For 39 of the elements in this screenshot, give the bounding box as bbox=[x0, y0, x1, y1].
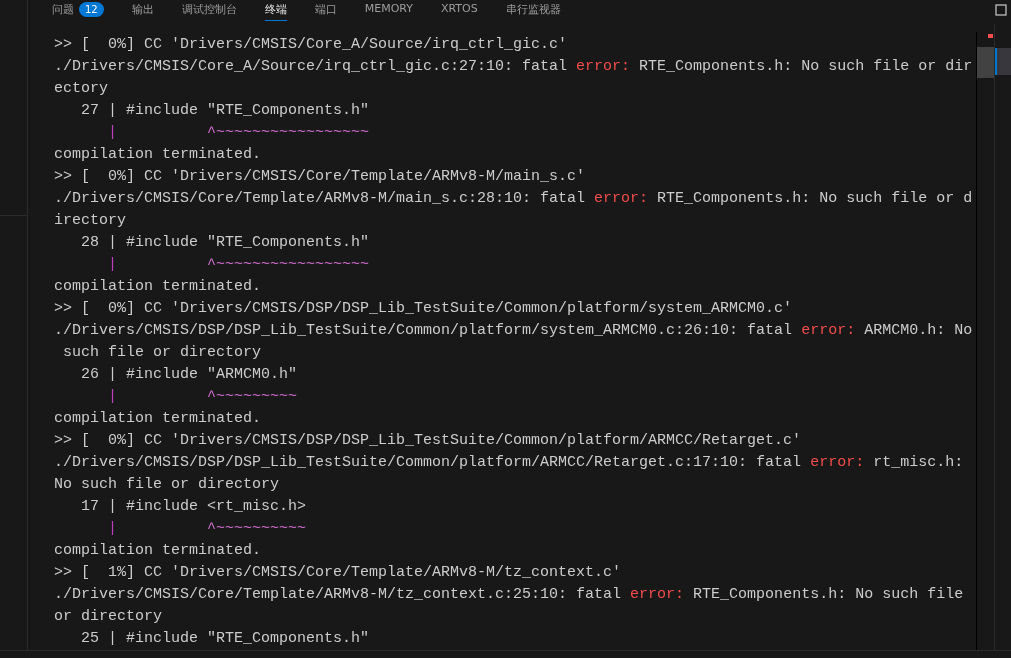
panel-tab[interactable]: 端口 bbox=[314, 0, 337, 21]
terminal-line: ectory bbox=[54, 79, 109, 99]
panel-tab[interactable]: 输出 bbox=[131, 0, 154, 21]
terminal-line: >> [ 0%] CC 'Drivers/CMSIS/Core/Template/ARMv8-M/main_s.c' bbox=[54, 167, 587, 187]
terminal-line: ./Drivers/CMSIS/DSP/DSP_Lib_TestSuite/Common/platform/system_ARMCM0.c:26:10: fatal error: ARMCM0.h: No bbox=[54, 321, 974, 341]
panel-tab[interactable]: 终端 bbox=[264, 0, 287, 21]
terminal-line: >> [ 0%] CC 'Drivers/CMSIS/DSP/DSP_Lib_TestSuite/Common/platform/system_ARMCM0.c' bbox=[54, 299, 794, 319]
terminal-line: | ^~~~~~~~~~ bbox=[107, 387, 299, 407]
panel-tab[interactable]: 调试控制台 bbox=[181, 0, 237, 21]
terminal-line: compilation terminated. bbox=[54, 277, 263, 297]
terminal-line: compilation terminated. bbox=[54, 541, 263, 561]
terminal-line: or directory bbox=[54, 607, 164, 627]
maximize-icon[interactable] bbox=[995, 4, 1007, 16]
terminal-line: compilation terminated. bbox=[54, 145, 263, 165]
terminal-line: 26 | #include "ARMCM0.h" bbox=[80, 365, 299, 385]
terminal-line: >> [ 1%] CC 'Drivers/CMSIS/Core/Template/ARMv8-M/tz_context.c' bbox=[54, 563, 623, 583]
terminal-line: | ^~~~~~~~~~~~~~~~~~ bbox=[107, 255, 371, 275]
panel-tab[interactable]: MEMORY bbox=[364, 0, 413, 19]
terminal-line: | ^~~~~~~~~~~~~~~~~~ bbox=[107, 123, 371, 143]
terminal-line: ./Drivers/CMSIS/Core_A/Source/irq_ctrl_gic.c:27:10: fatal error: RTE_Components.h: No such file or dir bbox=[54, 57, 974, 77]
terminal-line: ./Drivers/CMSIS/Core/Template/ARMv8-M/main_s.c:28:10: fatal error: RTE_Components.h: No such file or d bbox=[54, 189, 974, 209]
terminal-line: irectory bbox=[54, 211, 127, 231]
scrollbar[interactable] bbox=[976, 32, 994, 650]
terminal-line: No such file or directory bbox=[54, 475, 281, 495]
panel-tab[interactable]: 问题 12 bbox=[52, 0, 104, 21]
terminal-line: >> [ 0%] CC 'Drivers/CMSIS/DSP/DSP_Lib_TestSuite/Common/platform/ARMCC/Retarget.c' bbox=[54, 431, 803, 451]
terminal-line: such file or directory bbox=[62, 343, 263, 363]
terminal-line: 25 | #include "RTE_Components.h" bbox=[80, 629, 371, 649]
terminal-line: >> [ 0%] CC 'Drivers/CMSIS/Core_A/Source/irq_ctrl_gic.c' bbox=[54, 35, 569, 55]
count-badge: 12 bbox=[79, 2, 104, 17]
terminal-line: ./Drivers/CMSIS/Core/Template/ARMv8-M/tz_context.c:25:10: fatal error: RTE_Components.h: No such file bbox=[54, 585, 965, 605]
terminal-line: 27 | #include "RTE_Components.h" bbox=[80, 101, 371, 121]
terminal-line: compilation terminated. bbox=[54, 409, 263, 429]
terminal-line: 17 | #include <rt_misc.h> bbox=[80, 497, 308, 517]
panel-tab[interactable]: 串行监视器 bbox=[505, 0, 561, 21]
terminal-line: ./Drivers/CMSIS/DSP/DSP_Lib_TestSuite/Common/platform/ARMCC/Retarget.c:17:10: fatal error: rt_misc.h: bbox=[54, 453, 965, 473]
terminal-line: 28 | #include "RTE_Components.h" bbox=[80, 233, 371, 253]
terminal-line: | ^~~~~~~~~~~ bbox=[107, 519, 308, 539]
panel-tab[interactable]: XRTOS bbox=[441, 0, 478, 19]
